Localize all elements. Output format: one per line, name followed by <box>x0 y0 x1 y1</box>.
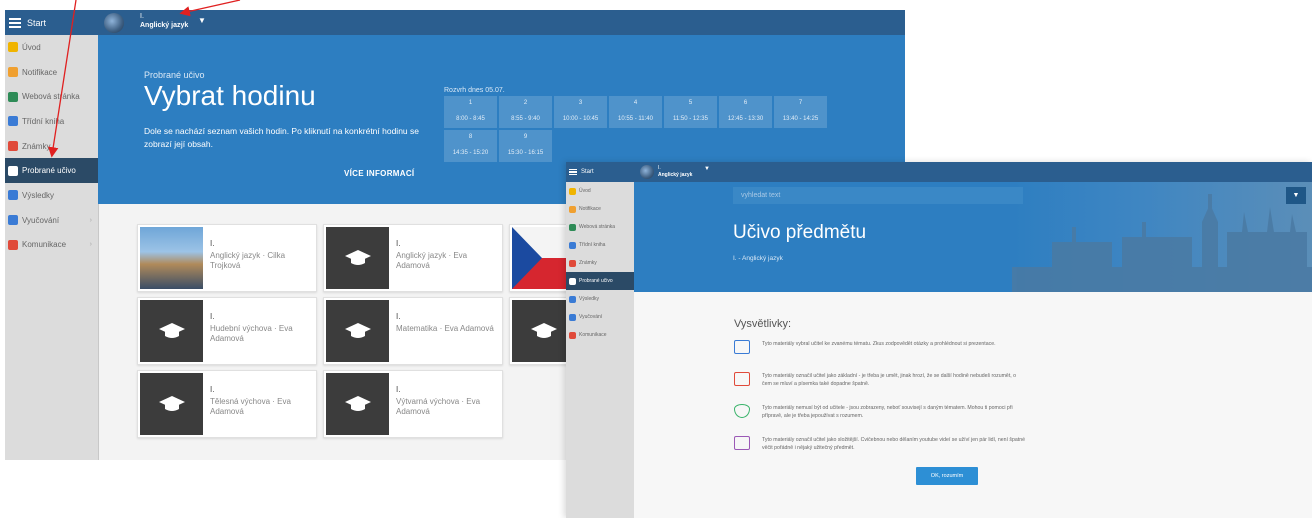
arrow-to-subject <box>179 0 241 17</box>
arrow-to-probrane-ucivo <box>48 0 77 158</box>
annotation-arrows <box>48 0 241 158</box>
